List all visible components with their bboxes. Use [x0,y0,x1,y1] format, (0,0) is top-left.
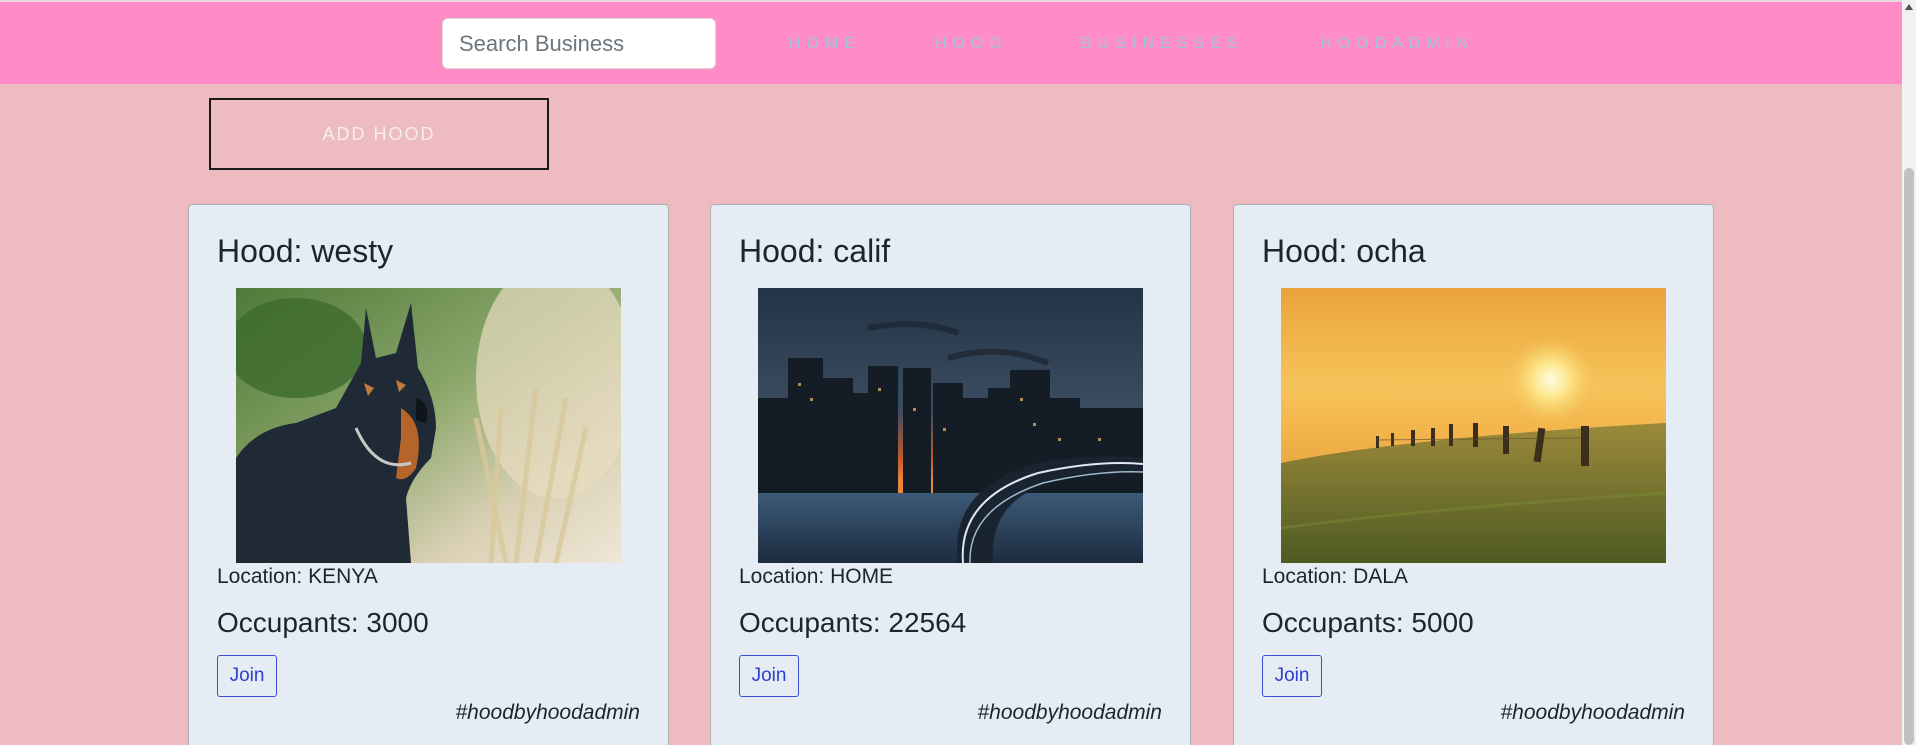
hood-occupants: Occupants: 22564 [739,607,967,638]
scroll-thumb[interactable] [1904,168,1914,745]
hood-card-calif: Hood: calif Location: HOME Occupants: 22… [710,204,1191,745]
nav-link-hoodadmin[interactable]: HOODADMIN [1320,35,1474,53]
join-button[interactable]: Join [739,655,799,697]
hood-occupants: Occupants: 5000 [1262,607,1474,638]
nav-link-businesses[interactable]: BUSINESSES [1081,35,1243,53]
navbar: HOME HOOD BUSINESSES HOODADMIN [0,0,1902,84]
hood-location: Location: KENYA [217,565,378,588]
search-business-input[interactable] [442,18,716,69]
hood-tag: #hoodbyhoodadmin [1500,701,1686,724]
hood-image-city [758,288,1143,563]
hood-occupants: Occupants: 3000 [217,607,429,638]
hood-location: Location: DALA [1262,565,1408,588]
join-button[interactable]: Join [1262,655,1322,697]
page-scrollbar[interactable] [1902,0,1916,745]
hood-card-ocha: Hood: ocha Location: DALA Occupants: 500… [1233,204,1714,745]
hood-card-westy: Hood: westy Location: KENYA Occupants: 3… [188,204,669,745]
scroll-up-arrow-icon[interactable] [1905,4,1913,10]
nav-link-hood[interactable]: HOOD [935,35,1007,53]
hood-title: Hood: calif [739,233,891,269]
hood-location: Location: HOME [739,565,894,588]
join-button[interactable]: Join [217,655,277,697]
nav-link-home[interactable]: HOME [789,35,861,53]
add-hood-button[interactable]: ADD HOOD [209,98,549,170]
hood-title: Hood: westy [217,233,394,269]
hood-image-field [1281,288,1666,563]
hood-tag: #hoodbyhoodadmin [455,701,641,724]
hood-image-dog [236,288,621,563]
hood-tag: #hoodbyhoodadmin [977,701,1163,724]
hood-title: Hood: ocha [1262,233,1426,269]
